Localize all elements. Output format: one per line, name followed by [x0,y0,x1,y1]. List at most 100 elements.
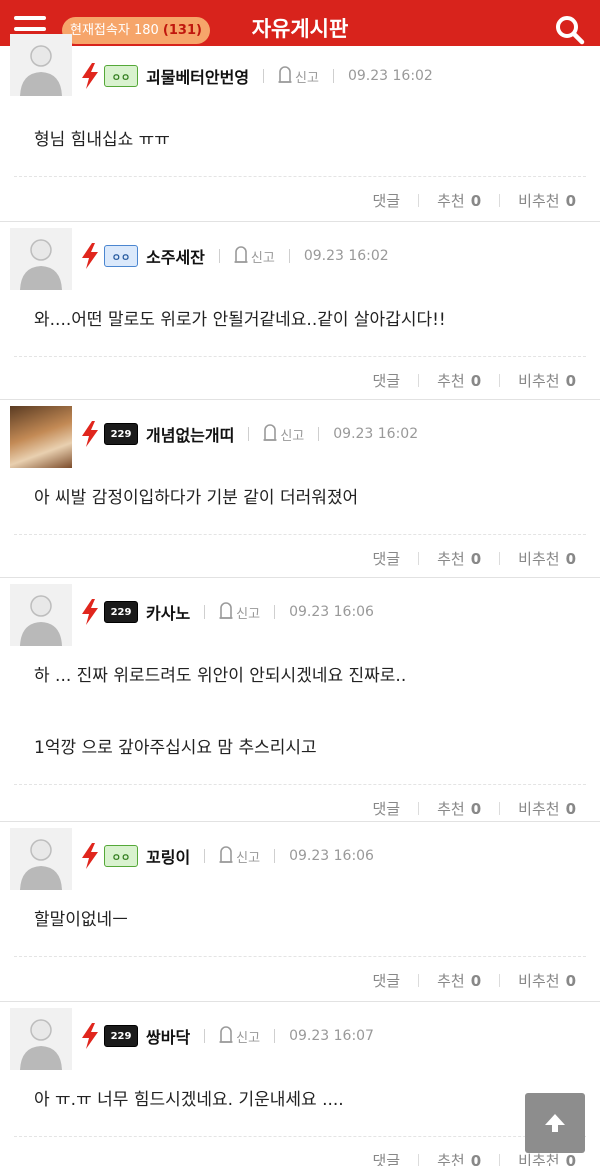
recommend-button[interactable]: 추천 0 [437,970,481,991]
report-label: 신고 [236,850,261,866]
level-badge-icon: 229 [104,423,138,445]
divider [204,849,206,863]
reply-button[interactable]: 댓글 [373,798,401,819]
nickname[interactable]: 소주세잔 [146,244,205,268]
comment-item: 229 개념없는개띠 신고 09.23 16:02 아 씨발 감정이입하다가 기분 같이… [0,400,600,578]
divider [274,605,276,619]
comment-date: 09.23 16:02 [333,426,419,442]
avatar[interactable] [10,228,72,290]
report-button[interactable]: 신고 [219,845,260,867]
nickname[interactable]: 카사노 [146,600,190,624]
comment-meta: 229 개념없는개띠 신고 09.23 16:02 [80,420,418,448]
scroll-to-top-button[interactable] [525,1093,585,1153]
report-button[interactable]: 신고 [234,245,275,267]
lightning-bolt-icon [80,243,100,269]
not-recommend-label: 비추천 [518,1151,560,1166]
comment-item: ㅇㅇ 소주세잔 신고 09.23 16:02 와....어떤 말로도 위로가 안될거같네… [0,222,600,400]
comment-meta: ㅇㅇ 괴물베터안번영 신고 09.23 16:02 [80,62,433,90]
comment-actions: 댓글 추천 0 비추천 0 [373,968,577,992]
recommend-label: 추천 [437,1151,465,1166]
divider [418,373,420,387]
comment-actions: 댓글 추천 0 비추천 0 [373,368,577,392]
recommend-button[interactable]: 추천 0 [437,1150,481,1166]
comment-item: ㅇㅇ 꼬링이 신고 09.23 16:06 할말이없네ㅡ 댓글 추천 0 비추천 0 [0,822,600,1002]
reply-button[interactable]: 댓글 [373,548,401,569]
recommend-button[interactable]: 추천 0 [437,190,481,211]
search-icon[interactable] [554,14,586,46]
not-recommend-button[interactable]: 비추천 0 [518,370,576,391]
comment-text: 형님 힘내십쇼 ㅠㅠ [34,130,170,150]
recommend-button[interactable]: 추천 0 [437,798,481,819]
reply-button[interactable]: 댓글 [373,190,401,211]
recommend-button[interactable]: 추천 0 [437,548,481,569]
report-button[interactable]: 신고 [219,1025,260,1047]
level-badge-icon: 229 [104,601,138,623]
recommend-label: 추천 [437,371,465,390]
comment-date: 09.23 16:02 [347,68,433,84]
divider [14,1136,586,1137]
not-recommend-button[interactable]: 비추천 0 [518,970,576,991]
divider [218,249,220,263]
report-label: 신고 [280,428,305,444]
divider [499,551,501,565]
comment-date: 09.23 16:06 [289,848,374,864]
not-recommend-count: 0 [565,1151,576,1166]
not-recommend-count: 0 [565,191,576,210]
recommend-count: 0 [470,799,482,818]
tombstone-report-icon [219,601,236,623]
comment-text: 아 씨발 감정이입하다가 기분 같이 더러워졌어 [34,488,359,508]
divider [499,373,501,387]
page-title: 자유게시판 [251,17,349,41]
report-label: 신고 [295,70,319,86]
comment-text: 와....어떤 말로도 위로가 안될거같네요..같이 살아갑시다!! [34,310,446,330]
comment-actions: 댓글 추천 0 비추천 0 [373,188,577,212]
recommend-label: 추천 [437,549,465,568]
comment-text: 아 ㅠ.ㅠ 너무 힘드시겠네요. 기운내세요 .... [34,1090,344,1110]
level-badge-icon: ㅇㅇ [104,65,138,87]
report-button[interactable]: 신고 [263,423,304,445]
divider [274,1029,276,1043]
divider [418,551,420,565]
divider [288,249,290,263]
recommend-button[interactable]: 추천 0 [437,370,481,391]
comment-date: 09.23 16:02 [303,248,389,264]
recommend-count: 0 [470,549,482,568]
report-button[interactable]: 신고 [219,601,260,623]
lightning-bolt-icon [80,63,100,89]
reply-button[interactable]: 댓글 [373,1150,401,1166]
avatar[interactable] [10,1008,72,1070]
divider [418,1153,420,1166]
nickname[interactable]: 쌍바닥 [146,1024,190,1048]
avatar[interactable] [10,828,72,890]
not-recommend-label: 비추천 [518,799,560,818]
reply-button[interactable]: 댓글 [373,370,401,391]
nickname[interactable]: 개념없는개띠 [146,422,234,446]
recommend-label: 추천 [437,191,465,210]
avatar[interactable] [10,584,72,646]
not-recommend-button[interactable]: 비추천 0 [518,190,576,211]
divider [499,973,501,987]
comment-item: 229 쌍바닥 신고 09.23 16:07 아 ㅠ.ㅠ 너무 힘드시겠네요. 기운내세… [0,1002,600,1166]
recommend-count: 0 [470,1151,482,1166]
recommend-count: 0 [470,971,482,990]
not-recommend-button[interactable]: 비추천 0 [518,798,576,819]
tombstone-report-icon [219,845,236,867]
comment-meta: ㅇㅇ 소주세잔 신고 09.23 16:02 [80,242,389,270]
divider [204,605,206,619]
recommend-count: 0 [470,191,482,210]
not-recommend-count: 0 [565,971,576,990]
nickname[interactable]: 꼬링이 [146,844,190,868]
divider [318,427,320,441]
avatar[interactable] [10,34,72,96]
not-recommend-button[interactable]: 비추천 0 [518,548,576,569]
reply-button[interactable]: 댓글 [373,970,401,991]
report-button[interactable]: 신고 [278,65,319,87]
lightning-bolt-icon [80,843,100,869]
avatar[interactable] [10,406,72,468]
divider [418,973,420,987]
not-recommend-count: 0 [565,549,576,568]
nickname[interactable]: 괴물베터안번영 [146,64,249,88]
recommend-label: 추천 [437,799,465,818]
not-recommend-count: 0 [565,799,576,818]
comment-meta: 229 쌍바닥 신고 09.23 16:07 [80,1022,374,1050]
